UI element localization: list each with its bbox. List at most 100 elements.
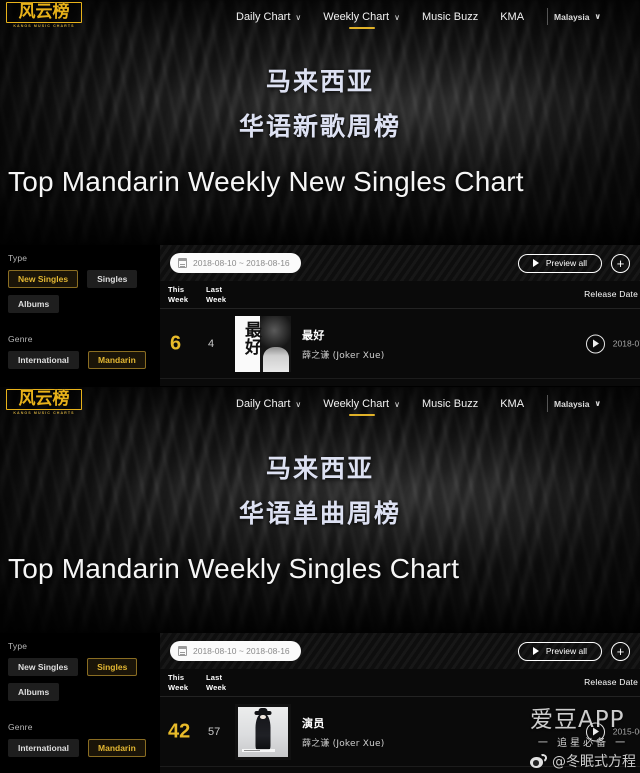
page-title: Top Mandarin Weekly Singles Chart — [8, 553, 460, 584]
filter-chip-international[interactable]: International — [8, 351, 80, 369]
play-icon — [593, 339, 600, 348]
filter-chip-mandarin[interactable]: Mandarin — [88, 351, 146, 369]
nav-item-music-buzz[interactable]: Music Buzz — [411, 387, 489, 420]
preview-all-button[interactable]: Preview all — [517, 253, 602, 273]
play-icon — [532, 647, 539, 655]
play-button[interactable] — [585, 722, 605, 741]
cover-face — [260, 714, 266, 720]
cover-portrait — [260, 315, 291, 372]
filter-genre-row: International Mandarin — [8, 739, 160, 757]
column-header-last-week: Last Week — [206, 673, 226, 692]
play-icon — [593, 727, 600, 736]
filter-chip-albums[interactable]: Albums — [8, 295, 60, 313]
chart-toolbar-2: 2018-08-10 ~ 2018-08-16 Preview all + — [160, 633, 640, 669]
region-label: Malaysia — [554, 398, 590, 409]
nav-item-kma[interactable]: KMA — [489, 0, 535, 33]
chart-body-1: Type New Singles Singles Albums Genre In… — [0, 245, 640, 386]
top-navigation-bar-2: 风云榜 KANOS MUSIC CHARTS Daily Chart ∨ Wee… — [0, 387, 640, 420]
filter-genre-label: Genre — [8, 334, 33, 344]
row-actions: 2018-07 — [585, 334, 640, 353]
filter-chip-albums[interactable]: Albums — [8, 683, 60, 701]
date-range-value: 2018-08-10 ~ 2018-08-16 — [193, 646, 290, 656]
add-button[interactable]: + — [611, 641, 630, 661]
date-range-picker[interactable]: 2018-08-10 ~ 2018-08-16 — [170, 641, 301, 661]
nav-item-daily-chart[interactable]: Daily Chart ∨ — [225, 0, 312, 33]
chevron-down-icon: ∨ — [594, 399, 602, 408]
chevron-down-icon: ∨ — [295, 13, 302, 22]
col-this-week-line1: This — [168, 673, 185, 682]
page-title: Top Mandarin Weekly New Singles Chart — [8, 166, 524, 197]
filter-chip-singles[interactable]: Singles — [87, 270, 138, 288]
chart-panel-2: 2018-08-10 ~ 2018-08-16 Preview all + Th… — [160, 633, 640, 773]
chart-toolbar-1: 2018-08-10 ~ 2018-08-16 Preview all + — [160, 245, 640, 281]
preview-all-button[interactable]: Preview all — [517, 641, 602, 661]
album-cover-art[interactable] — [235, 703, 291, 760]
main-nav-1: Daily Chart ∨ Weekly Chart ∨ Music Buzz … — [225, 0, 611, 33]
region-label: Malaysia — [554, 11, 590, 22]
filter-type-row-2: Albums — [8, 295, 160, 313]
nav-divider — [547, 8, 549, 25]
filter-chip-new-singles[interactable]: New Singles — [8, 270, 79, 288]
col-this-week-line2: Week — [168, 682, 189, 692]
filter-type-row-1: New Singles Singles — [8, 270, 160, 288]
preview-all-label: Preview all — [545, 646, 587, 656]
site-logo[interactable]: 风云榜 KANOS MUSIC CHARTS — [6, 2, 88, 28]
rank-this-week: 6 — [170, 332, 182, 354]
nav-label: Daily Chart — [236, 397, 291, 410]
logo-subtitle: KANOS MUSIC CHARTS — [13, 24, 75, 28]
filter-chip-new-singles[interactable]: New Singles — [8, 658, 79, 676]
col-this-week-line1: This — [168, 285, 185, 294]
play-icon — [532, 259, 539, 267]
region-selector[interactable]: Malaysia ∨ — [554, 12, 611, 22]
preview-all-label: Preview all — [545, 258, 587, 268]
column-header-last-week: Last Week — [206, 285, 226, 304]
filter-type-label: Type — [8, 641, 28, 651]
chart-body-2: Type New Singles Singles Albums Genre In… — [0, 633, 640, 773]
hero-cn-chart-name: 华语新歌周榜 — [238, 112, 401, 141]
nav-divider — [547, 395, 549, 412]
nav-item-music-buzz[interactable]: Music Buzz — [411, 0, 489, 33]
release-date-value: 2015-06 — [612, 726, 640, 737]
filter-spacer — [8, 708, 160, 722]
song-artist: 薛之谦 (Joker Xue) — [302, 350, 385, 361]
filter-sidebar-2: Type New Singles Singles Albums Genre In… — [0, 633, 160, 764]
filter-type-label: Type — [8, 253, 28, 263]
hero-banner-1: 风云榜 KANOS MUSIC CHARTS Daily Chart ∨ Wee… — [0, 0, 640, 245]
date-range-picker[interactable]: 2018-08-10 ~ 2018-08-16 — [170, 253, 301, 273]
filter-chip-singles[interactable]: Singles — [87, 658, 138, 676]
column-header-this-week: This Week — [168, 673, 188, 692]
nav-item-weekly-chart[interactable]: Weekly Chart ∨ — [312, 387, 411, 420]
chart-section-new-singles: 风云榜 KANOS MUSIC CHARTS Daily Chart ∨ Wee… — [0, 0, 640, 386]
calendar-icon — [177, 258, 188, 268]
nav-item-weekly-chart[interactable]: Weekly Chart ∨ — [312, 0, 411, 33]
album-cover-art[interactable]: ··· 最好 — [235, 315, 291, 372]
region-selector[interactable]: Malaysia ∨ — [554, 399, 611, 409]
cover-inner — [238, 706, 288, 757]
rank-last-week: 57 — [208, 725, 221, 738]
cover-caption-bar — [242, 748, 275, 752]
logo-subtitle: KANOS MUSIC CHARTS — [13, 411, 75, 415]
nav-item-kma[interactable]: KMA — [489, 387, 535, 420]
nav-label: Music Buzz — [421, 397, 479, 410]
table-row[interactable]: 42 57 演员 薛之谦 (Joker Xue) 2015-0 — [160, 697, 640, 767]
nav-item-daily-chart[interactable]: Daily Chart ∨ — [225, 387, 312, 420]
filter-spacer — [8, 320, 160, 334]
site-logo[interactable]: 风云榜 KANOS MUSIC CHARTS — [6, 389, 88, 415]
table-row[interactable]: 6 4 ··· 最好 最好 薛之谦 (Joker Xue) 2018-07 — [160, 309, 640, 379]
song-title: 最好 — [302, 328, 325, 342]
column-header-release-date: Release Date — [584, 289, 638, 299]
table-header-1: This Week Last Week Release Date — [160, 281, 640, 309]
play-button[interactable] — [585, 334, 605, 353]
hero-banner-2: 风云榜 KANOS MUSIC CHARTS Daily Chart ∨ Wee… — [0, 387, 640, 633]
cover-title-text: 最好 — [241, 320, 261, 355]
hero-cn-country: 马来西亚 — [265, 67, 374, 96]
filter-chip-international[interactable]: International — [8, 739, 80, 757]
nav-label: Weekly Chart — [323, 10, 390, 23]
filter-type-row-2: Albums — [8, 683, 160, 701]
add-button[interactable]: + — [611, 253, 630, 273]
filter-chip-mandarin[interactable]: Mandarin — [88, 739, 146, 757]
nav-label: KMA — [500, 10, 525, 23]
nav-label: Music Buzz — [421, 10, 479, 23]
chart-panel-1: 2018-08-10 ~ 2018-08-16 Preview all + Th… — [160, 245, 640, 386]
calendar-icon — [177, 646, 188, 656]
